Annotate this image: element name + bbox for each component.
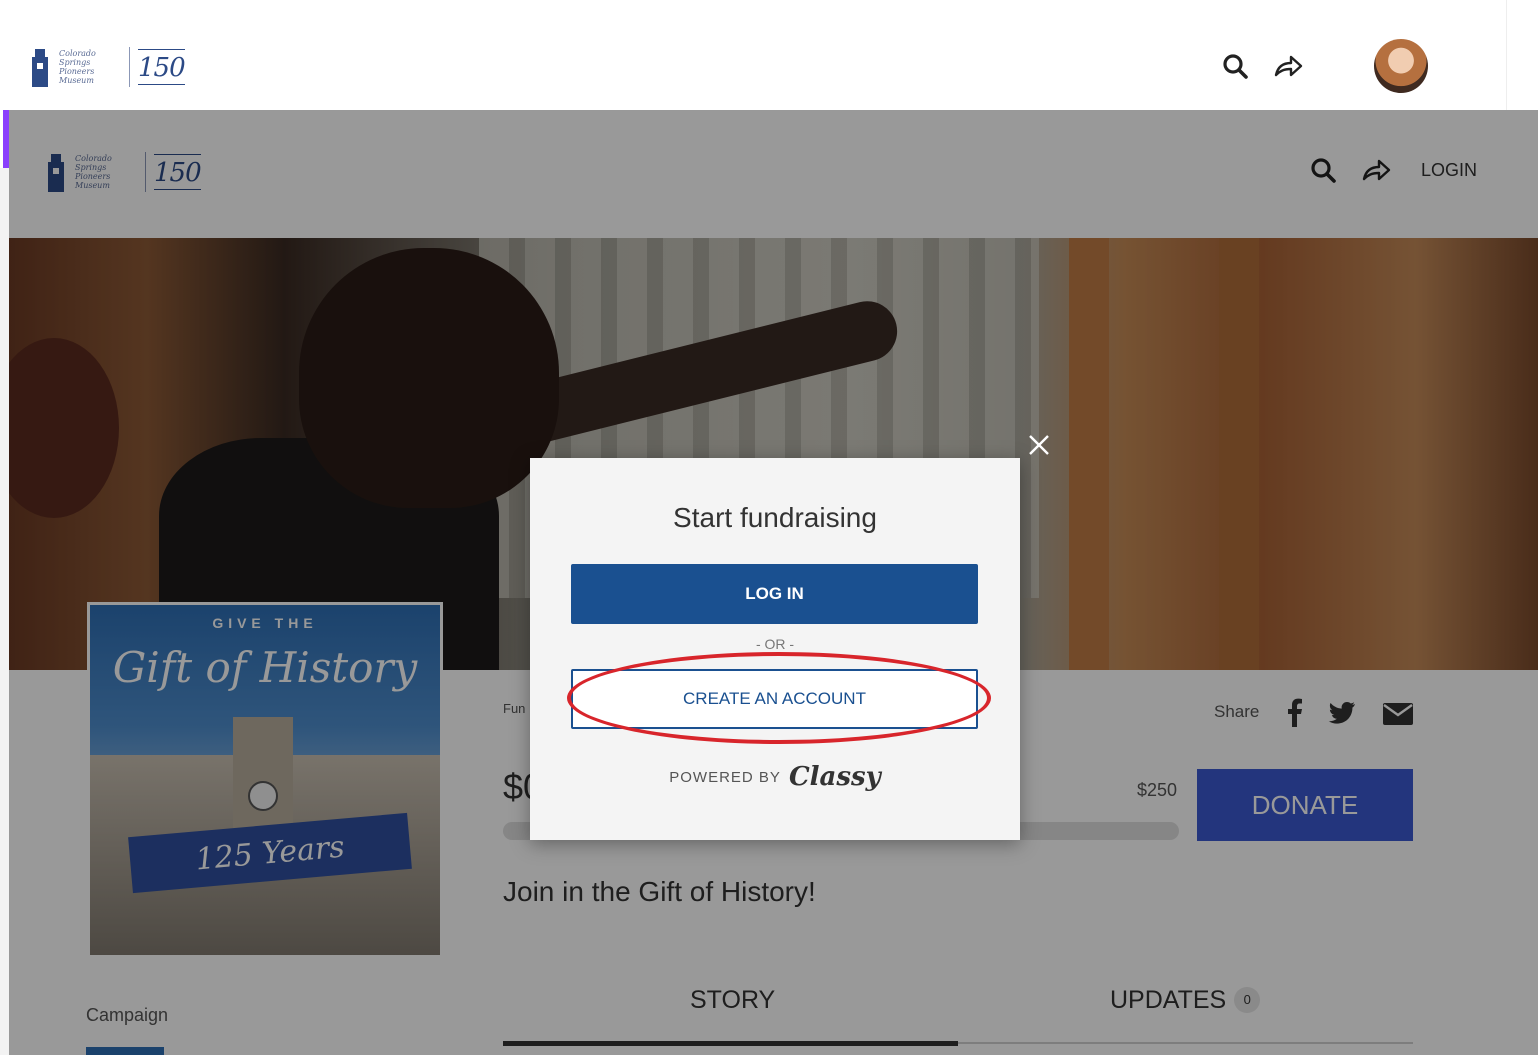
logo-script-text: Colorado Springs Pioneers Museum bbox=[59, 49, 96, 85]
create-account-button[interactable]: CREATE AN ACCOUNT bbox=[571, 669, 978, 729]
scrollbar-area bbox=[1506, 0, 1538, 110]
powered-by: POWERED BY Classy bbox=[530, 762, 1020, 792]
search-icon bbox=[1223, 54, 1248, 79]
close-icon bbox=[1029, 435, 1049, 455]
tower-logo-icon bbox=[32, 49, 48, 87]
outer-share-button[interactable] bbox=[1271, 49, 1305, 83]
log-in-button[interactable]: LOG IN bbox=[571, 564, 978, 624]
start-fundraising-modal: Start fundraising LOG IN - OR - CREATE A… bbox=[530, 458, 1020, 840]
powered-by-text: POWERED BY bbox=[669, 768, 781, 786]
share-icon bbox=[1274, 55, 1303, 77]
classy-logo[interactable]: Classy bbox=[789, 762, 881, 792]
or-separator: - OR - bbox=[755, 636, 795, 652]
logo-divider bbox=[129, 47, 130, 87]
outer-search-button[interactable] bbox=[1218, 49, 1252, 83]
site-logo[interactable]: Colorado Springs Pioneers Museum 150 bbox=[29, 45, 186, 89]
left-gutter bbox=[0, 168, 9, 1055]
logo-number: 150 bbox=[138, 45, 186, 89]
modal-title: Start fundraising bbox=[673, 502, 877, 533]
user-avatar[interactable] bbox=[1374, 39, 1428, 93]
outer-header: Colorado Springs Pioneers Museum 150 bbox=[0, 0, 1506, 110]
modal-close-button[interactable] bbox=[1024, 430, 1054, 460]
